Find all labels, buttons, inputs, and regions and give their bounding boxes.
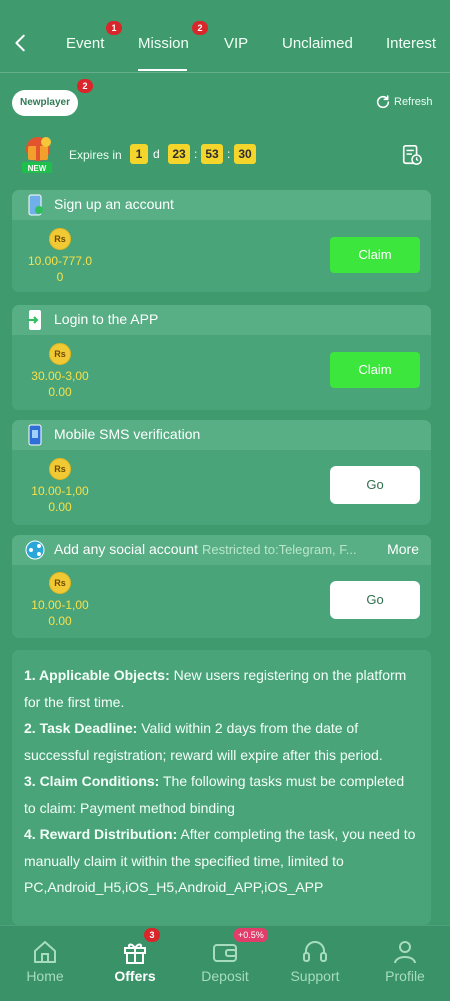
new-badge-text: NEW [28,164,47,173]
reward-range: 30.00-3,00 [31,369,89,383]
records-icon[interactable] [401,144,423,166]
timer-minutes: 53 [201,144,223,164]
task-card-header: Login to the APP [12,305,431,335]
task-title: Mobile SMS verification [54,426,201,442]
nav-deposit[interactable]: Deposit +0.5% [180,926,270,1001]
rupee-coin-icon: Rs [49,228,71,250]
nav-label: Offers [114,968,156,984]
reward-range-cont: 0.00 [48,500,72,514]
rule-item: 2. Task Deadline: Valid within 2 days fr… [24,715,419,768]
reward-range: 10.00-1,00 [31,598,89,612]
expires-label: Expires in [69,148,122,162]
active-tab-indicator [138,69,187,71]
more-link[interactable]: More [387,541,419,557]
offers-badge: 3 [144,928,160,942]
tab-event-badge: 1 [106,21,122,35]
timer-hours: 23 [168,144,190,164]
rule-item: 3. Claim Conditions: The following tasks… [24,768,419,821]
status-bar [0,0,450,20]
claim-button[interactable]: Claim [330,237,420,273]
tab-interest[interactable]: Interest [386,35,436,52]
tab-mission-badge: 2 [192,21,208,35]
wallet-icon [213,944,237,962]
task-card-sms: Mobile SMS verification Rs 10.00-1,00 0.… [12,420,431,525]
header-divider [0,72,450,73]
phone-sms-icon [28,424,42,446]
timer-days-unit: d [153,147,160,161]
refresh-label: Refresh [394,96,433,108]
go-button[interactable]: Go [330,581,420,619]
nav-label: Deposit [201,968,249,984]
rules-panel: 1. Applicable Objects: New users registe… [12,650,431,925]
bottom-nav: Home Offers 3 Deposit +0.5% Support Prof… [0,925,450,1001]
rule-item: 1. Applicable Objects: New users registe… [24,662,419,715]
nav-label: Support [290,968,340,984]
task-card-login: Login to the APP Rs 30.00-3,00 0.00 Clai… [12,305,431,410]
rule-heading: 1. Applicable Objects: [24,667,170,683]
task-card-header: Mobile SMS verification [12,420,431,450]
reward-range-cont: 0 [56,270,64,284]
deposit-bonus-badge: +0.5% [234,928,268,942]
home-icon [34,941,56,963]
go-button[interactable]: Go [330,466,420,504]
timer-sep-1: : [194,147,198,161]
tab-mission[interactable]: Mission [138,35,189,52]
back-arrow-icon[interactable] [10,32,32,54]
phone-register-icon [28,194,43,216]
reward-range: 10.00-777.0 [27,254,93,268]
nav-home[interactable]: Home [0,926,90,1001]
tab-vip[interactable]: VIP [224,35,248,52]
nav-label: Profile [385,968,425,984]
top-tab-bar: Event 1 Mission 2 VIP Unclaimed Interest [0,20,450,72]
rule-heading: 4. Reward Distribution: [24,826,178,842]
rule-heading: 3. Claim Conditions: [24,773,160,789]
rule-heading: 2. Task Deadline: [24,720,138,736]
timer-days: 1 [130,144,148,164]
rupee-coin-icon: Rs [49,343,71,365]
rupee-coin-icon: Rs [49,572,71,594]
phone-login-icon [27,310,41,330]
timer-sep-2: : [227,147,231,161]
task-title-wrap: Add any social account Restricted to:Tele… [54,541,357,557]
task-card-social: Add any social account Restricted to:Tele… [12,535,431,638]
rules-text: 1. Applicable Objects: New users registe… [12,650,431,901]
task-title: Login to the APP [54,311,159,327]
nav-offers[interactable]: Offers 3 [90,926,180,1001]
newplayer-badge: 2 [77,79,93,93]
timer-seconds: 30 [234,144,256,164]
tab-unclaimed[interactable]: Unclaimed [282,35,353,52]
claim-button[interactable]: Claim [330,352,420,388]
reward-range: 10.00-1,00 [31,484,89,498]
task-title: Sign up an account [54,196,174,212]
rupee-coin-icon: Rs [49,458,71,480]
reward-range-cont: 0.00 [48,614,72,628]
refresh-icon [376,95,390,109]
nav-label: Home [26,968,64,984]
social-share-icon [25,540,45,560]
rule-item: 4. Reward Distribution: After completing… [24,821,419,901]
reward-range-cont: 0.00 [48,385,72,399]
task-card-header: Add any social account Restricted to:Tele… [12,535,431,565]
refresh-button[interactable]: Refresh [375,94,433,110]
restriction-text: Restricted to:Telegram, F... [201,542,357,557]
gift-icon [124,943,146,964]
tab-event[interactable]: Event [66,35,104,52]
new-gift-icon: NEW [22,137,52,173]
task-card-signup: Sign up an account Rs 10.00-777.0 0 Clai… [12,190,431,292]
task-card-header: Sign up an account [12,190,431,220]
newplayer-filter-pill[interactable]: Newplayer [12,90,78,116]
nav-support[interactable]: Support [270,926,360,1001]
task-title: Add any social account [54,541,198,557]
person-icon [394,941,416,964]
nav-profile[interactable]: Profile [360,926,450,1001]
headset-icon [303,941,327,962]
